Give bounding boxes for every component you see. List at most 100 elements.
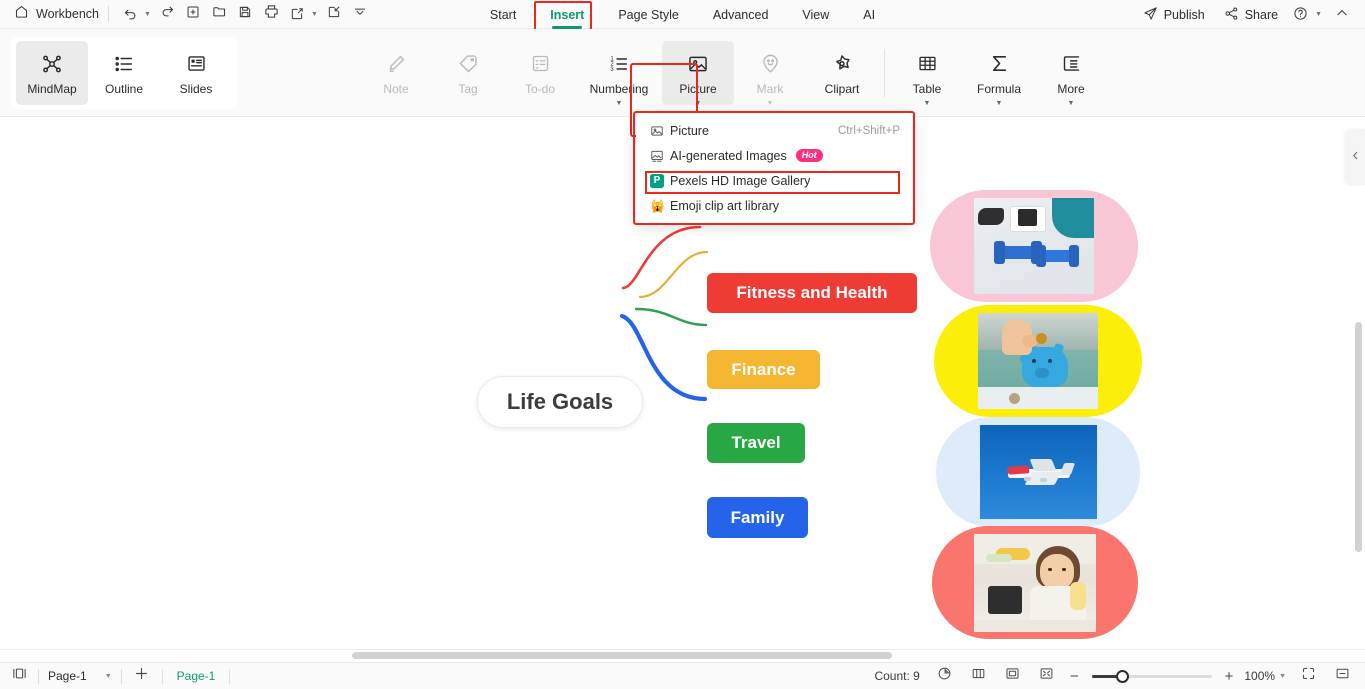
fullscreen-expand-button[interactable] — [1032, 663, 1062, 689]
svg-text:3: 3 — [610, 66, 614, 72]
tab-page-style[interactable]: Page Style — [601, 3, 695, 27]
ribbon-slides-button[interactable]: Slides — [160, 41, 232, 105]
fit-frame-button[interactable] — [998, 663, 1028, 689]
mindmap-node-finance[interactable]: Finance — [707, 350, 820, 389]
menu-item-ai-generated-images[interactable]: AI-generated Images Hot — [636, 143, 912, 168]
undo-button[interactable]: ▼ — [118, 3, 154, 25]
open-button[interactable] — [207, 3, 232, 25]
tab-insert[interactable]: Insert — [533, 3, 601, 27]
mindmap-node-family[interactable]: Family — [707, 497, 808, 538]
pencil-note-icon — [386, 51, 407, 77]
ribbon-formula-button[interactable]: Formula ▼ — [963, 41, 1035, 107]
ribbon-numbering-button[interactable]: 123 Numbering ▼ — [576, 41, 662, 107]
divider — [108, 6, 109, 22]
share-button[interactable]: Share — [1216, 3, 1286, 27]
menu-item-picture[interactable]: Picture Ctrl+Shift+P — [636, 118, 912, 143]
tab-start[interactable]: Start — [473, 3, 533, 27]
tab-ai[interactable]: AI — [846, 3, 892, 27]
redo-button[interactable] — [155, 3, 180, 25]
print-button[interactable] — [259, 3, 284, 25]
zoom-level-selector[interactable]: 100% ▼ — [1241, 669, 1289, 683]
ribbon-clipart-button[interactable]: Clipart — [806, 41, 878, 105]
ribbon-outline-label: Outline — [104, 81, 144, 96]
chevron-down-icon[interactable]: ▼ — [1068, 100, 1075, 107]
top-right-actions: Publish Share ▼ — [1135, 0, 1355, 29]
chevron-down-icon[interactable]: ▼ — [924, 100, 931, 107]
page-selector[interactable]: Page-1 ▼ — [39, 663, 121, 689]
ribbon-note-button[interactable]: Note — [360, 41, 432, 105]
tab-view[interactable]: View — [785, 3, 846, 27]
outline-panel-toggle[interactable] — [0, 663, 38, 689]
ribbon-tag-label: Tag — [458, 81, 478, 96]
menu-item-pexels-hd-image-gallery[interactable]: P Pexels HD Image Gallery — [636, 168, 912, 193]
vertical-scrollbar[interactable] — [1355, 322, 1362, 552]
chevron-down-icon[interactable]: ▼ — [616, 100, 623, 107]
menu-item-emoji-clip-art-library[interactable]: 🙀 Emoji clip art library — [636, 193, 912, 218]
ribbon-picture-button[interactable]: Picture ▼ — [662, 41, 734, 107]
ribbon-tag-button[interactable]: Tag — [432, 41, 504, 105]
menu-item-pexels-label: Pexels HD Image Gallery — [670, 173, 811, 188]
chevron-down-icon[interactable]: ▼ — [311, 11, 318, 18]
pie-view-icon — [937, 666, 952, 686]
export-button[interactable]: ▼ — [285, 3, 321, 25]
chevron-down-icon[interactable]: ▼ — [105, 673, 112, 680]
add-page-button[interactable] — [122, 663, 162, 689]
columns-view-button[interactable] — [964, 663, 994, 689]
zoom-slider[interactable] — [1091, 669, 1212, 683]
center-view-button[interactable] — [1327, 663, 1357, 689]
help-button[interactable]: ▼ — [1289, 3, 1326, 27]
chevron-down-icon[interactable]: ▼ — [144, 11, 151, 18]
new-button[interactable] — [181, 3, 206, 25]
mindmap-root-node[interactable]: Life Goals — [477, 376, 643, 428]
ribbon-mindmap-button[interactable]: MindMap — [16, 41, 88, 105]
publish-button[interactable]: Publish — [1135, 3, 1213, 27]
horizontal-scrollbar[interactable] — [352, 652, 892, 659]
share-label: Share — [1244, 7, 1279, 22]
folder-icon — [212, 4, 227, 24]
plus-box-icon — [186, 5, 200, 24]
ribbon-formula-label: Formula — [976, 81, 1021, 96]
redo-icon — [160, 4, 175, 24]
ribbon-table-button[interactable]: Table ▼ — [891, 41, 963, 107]
workbench-button[interactable]: Workbench — [0, 4, 99, 24]
ribbon-todo-button[interactable]: To-do — [504, 41, 576, 105]
save-button[interactable] — [233, 3, 258, 25]
slides-icon — [186, 51, 207, 77]
chevron-down-icon[interactable]: ▼ — [767, 100, 774, 107]
travel-image-card[interactable] — [936, 417, 1140, 527]
family-image-card[interactable] — [932, 526, 1138, 639]
zoom-slider-knob[interactable] — [1115, 669, 1129, 683]
undo-icon[interactable] — [118, 3, 143, 25]
more-quick-actions-button[interactable] — [348, 3, 373, 25]
ribbon-mark-button[interactable]: Mark ▼ — [734, 41, 806, 107]
chevron-down-icon[interactable]: ▼ — [1279, 673, 1286, 680]
pie-view-button[interactable] — [930, 663, 960, 689]
export-icon[interactable] — [285, 3, 310, 25]
tab-advanced[interactable]: Advanced — [696, 3, 786, 27]
app-window: Workbench ▼ ▼ Start Insert Page Style Ad… — [0, 0, 1365, 689]
home-icon — [14, 4, 29, 24]
collapse-side-panel-button[interactable] — [1345, 129, 1365, 185]
chevron-down-icon[interactable]: ▼ — [996, 100, 1003, 107]
plus-icon — [133, 665, 150, 687]
import-button[interactable] — [322, 3, 347, 25]
ribbon-outline-button[interactable]: Outline — [88, 41, 160, 105]
fitness-image-card[interactable] — [930, 190, 1138, 302]
zoom-in-button[interactable]: + — [1221, 668, 1238, 685]
page-tab-page-1[interactable]: Page-1 — [163, 669, 230, 683]
chevron-down-icon[interactable]: ▼ — [695, 100, 702, 107]
collapse-ribbon-button[interactable] — [1329, 3, 1355, 26]
horizontal-scrollbar-track — [0, 649, 1365, 662]
zoom-out-button[interactable]: − — [1066, 668, 1083, 685]
send-plane-icon — [1143, 6, 1158, 24]
mindmap-node-fitness-and-health[interactable]: Fitness and Health — [707, 273, 917, 313]
mindmap-node-travel[interactable]: Travel — [707, 423, 805, 463]
chevron-down-icon[interactable]: ▼ — [1315, 11, 1322, 18]
node-count-label: Count: 9 — [874, 669, 920, 683]
workbench-label: Workbench — [36, 7, 99, 21]
fit-screen-button[interactable] — [1293, 663, 1323, 689]
printer-icon — [264, 4, 279, 24]
ribbon-more-button[interactable]: More ▼ — [1035, 41, 1107, 107]
fullscreen-expand-icon — [1039, 666, 1054, 686]
finance-image-card[interactable] — [934, 305, 1142, 417]
